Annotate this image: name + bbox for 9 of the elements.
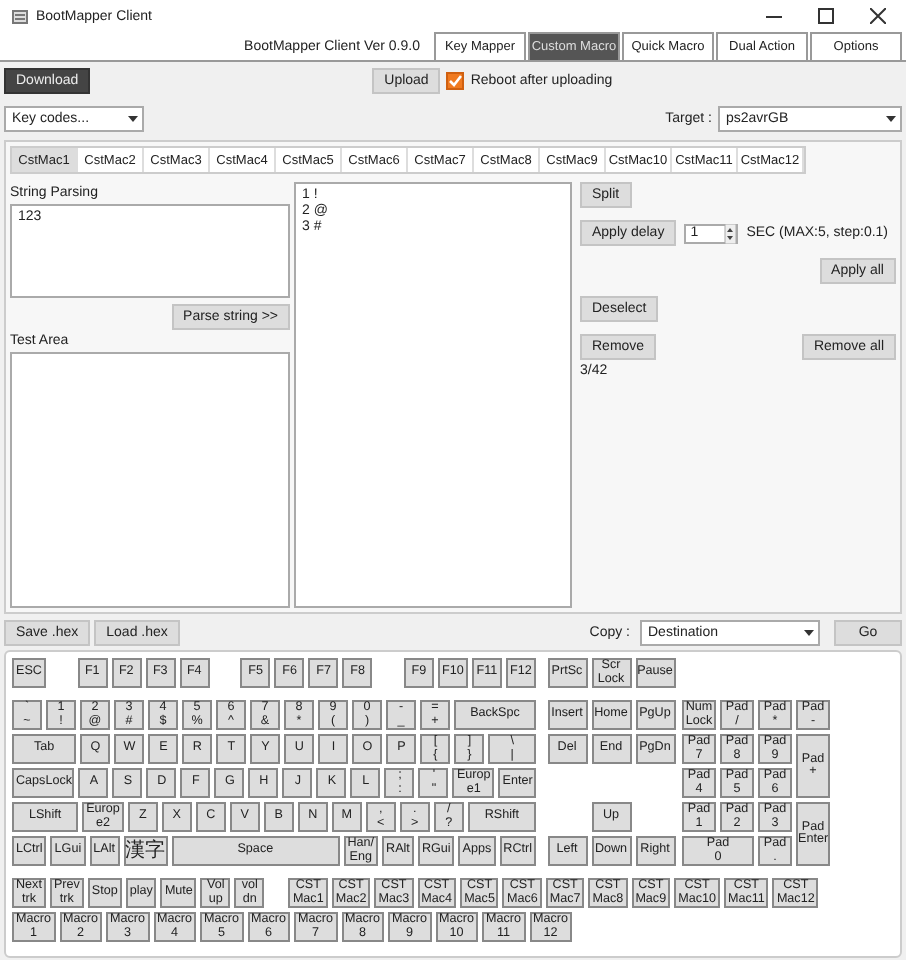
caret-icon [804,629,814,635]
app-icon [12,9,28,23]
close-icon[interactable] [870,8,886,24]
maximize-icon[interactable] [818,8,834,24]
caret-icon [886,116,896,122]
spinner-arrows-icon[interactable] [724,223,737,243]
keyboard-key[interactable]: 漢字 [123,836,168,866]
checkbox[interactable] [446,71,465,89]
caret-icon [128,116,138,122]
